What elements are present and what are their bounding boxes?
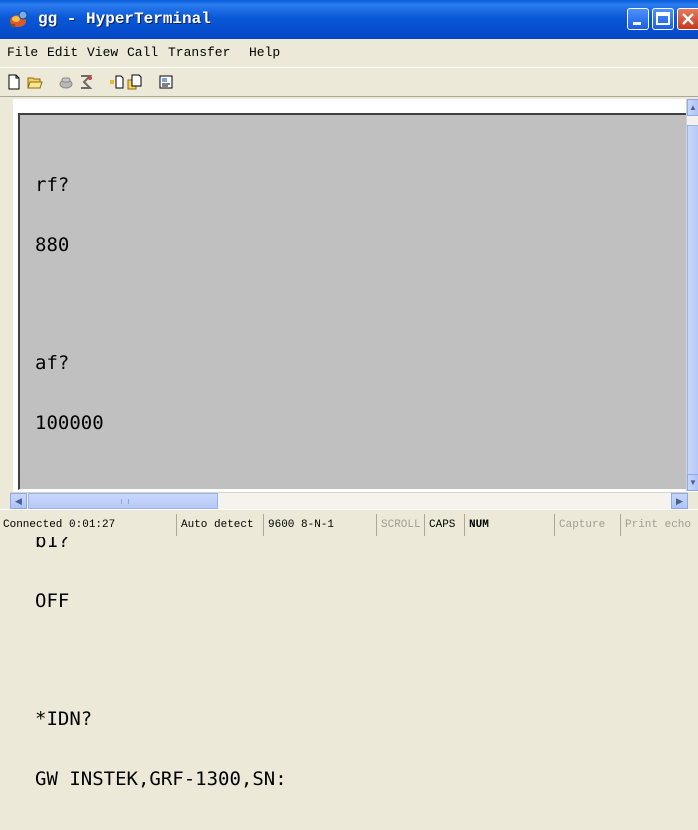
- terminal-line: GW INSTEK,GRF-1300,SN:: [35, 768, 287, 790]
- grip-icon: [121, 499, 129, 504]
- terminal-line: af?: [35, 352, 70, 374]
- menu-transfer[interactable]: Transfer: [168, 45, 230, 61]
- status-caps: CAPS: [424, 514, 464, 536]
- hyperterminal-app-icon[interactable]: [8, 9, 30, 29]
- minimize-button[interactable]: [627, 8, 649, 30]
- send-icon[interactable]: [109, 74, 125, 90]
- menu-file[interactable]: File: [7, 45, 38, 61]
- menu-help[interactable]: Help: [249, 45, 280, 61]
- menu-view[interactable]: View: [87, 45, 118, 61]
- menu-edit[interactable]: Edit: [47, 45, 78, 61]
- status-num: NUM: [464, 514, 505, 536]
- terminal-line: *IDN?: [35, 708, 93, 730]
- menu-bar: File Edit View Call Transfer Help: [0, 39, 698, 67]
- menu-call[interactable]: Call: [127, 45, 158, 61]
- title-bar[interactable]: gg - HyperTerminal: [0, 0, 698, 39]
- chevron-up-icon: ▲: [689, 103, 697, 112]
- minimize-icon: [633, 22, 641, 25]
- scroll-down-button[interactable]: ▼: [687, 474, 698, 491]
- maximize-button[interactable]: [652, 8, 674, 30]
- terminal-line: OFF: [35, 590, 70, 612]
- vertical-scroll-thumb[interactable]: [687, 125, 698, 475]
- receive-icon[interactable]: [127, 74, 143, 90]
- chevron-right-icon: ▶: [676, 496, 683, 506]
- horizontal-scrollbar[interactable]: ◀ ▶: [10, 492, 688, 509]
- close-button[interactable]: [677, 8, 698, 30]
- status-connection: Connected 0:01:27: [3, 519, 116, 531]
- scroll-right-button[interactable]: ▶: [671, 493, 688, 509]
- status-settings: 9600 8-N-1: [263, 514, 376, 536]
- new-connection-icon[interactable]: [6, 74, 22, 90]
- scrollbar-corner: [688, 492, 698, 509]
- vertical-scrollbar[interactable]: ▲ ▼: [686, 99, 698, 491]
- status-scroll: SCROLL: [376, 514, 424, 536]
- terminal-line: 100000: [35, 412, 104, 434]
- dial-icon[interactable]: [78, 74, 94, 90]
- status-print-echo: Print echo: [620, 514, 698, 536]
- properties-icon[interactable]: [158, 74, 174, 90]
- status-bar: Connected 0:01:27 Auto detect 9600 8-N-1…: [0, 509, 698, 537]
- scroll-left-button[interactable]: ◀: [10, 493, 27, 509]
- terminal-line: 880: [35, 234, 70, 256]
- chevron-left-icon: ◀: [15, 496, 22, 506]
- terminal-window[interactable]: rf? 880 af? 100000 b1? OFF *IDN? GW INST…: [18, 113, 694, 789]
- scroll-up-button[interactable]: ▲: [687, 99, 698, 116]
- status-capture: Capture: [554, 514, 620, 536]
- maximize-icon: [656, 12, 670, 25]
- chevron-down-icon: ▼: [689, 478, 697, 487]
- close-icon: [682, 13, 694, 25]
- toolbar: [0, 67, 698, 97]
- terminal-output: rf? 880 af? 100000 b1? OFF *IDN? GW INST…: [35, 135, 287, 829]
- terminal-line: rf?: [35, 174, 70, 196]
- horizontal-scroll-thumb[interactable]: [28, 493, 218, 509]
- disconnect-icon[interactable]: [58, 74, 74, 90]
- open-icon[interactable]: [27, 74, 43, 90]
- window-title: gg - HyperTerminal: [38, 10, 211, 28]
- status-detect: Auto detect: [176, 514, 263, 536]
